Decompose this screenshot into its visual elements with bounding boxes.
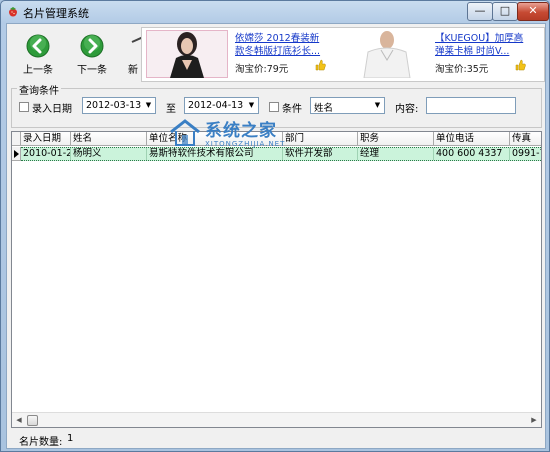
- close-button[interactable]: ✕: [517, 2, 549, 21]
- horizontal-scrollbar[interactable]: ◀ ▶: [12, 412, 541, 427]
- condition-field-select[interactable]: 姓名 ▼: [310, 97, 385, 114]
- prev-record-button[interactable]: 上一条: [12, 34, 64, 76]
- new-record-label: 新: [128, 65, 138, 74]
- cell-fax[interactable]: 0991-7830: [510, 148, 541, 160]
- arrow-left-icon: [26, 34, 50, 58]
- date-filter-checkbox[interactable]: [19, 102, 29, 112]
- cards-data-grid[interactable]: 录入日期 姓名 单位名称 部门 职务 单位电话 传真 2010-01-24 杨明…: [11, 131, 542, 428]
- grid-corner-cell[interactable]: [12, 132, 21, 146]
- title-bar[interactable]: 名片管理系统 — □ ✕: [1, 1, 549, 23]
- next-record-button[interactable]: 下一条: [66, 34, 118, 76]
- next-record-label: 下一条: [77, 65, 107, 76]
- ad-title-link[interactable]: 【KUEGOU】加厚高弹莱卡棉 时尚V...: [435, 32, 525, 58]
- ad-title-link[interactable]: 依嫦莎 2012春装新款冬韩版打底衫长...: [235, 32, 325, 58]
- ad-price: 淘宝价:79元: [235, 64, 289, 75]
- arrow-right-icon: [80, 34, 104, 58]
- cell-position[interactable]: 经理: [358, 148, 434, 160]
- dropdown-arrow-icon[interactable]: ▼: [245, 98, 258, 113]
- dropdown-arrow-icon[interactable]: ▼: [142, 98, 155, 113]
- ad-item[interactable]: 【KUEGOU】加厚高弹莱卡棉 时尚V... 淘宝价:35元: [342, 28, 544, 81]
- maximize-button[interactable]: □: [492, 2, 518, 21]
- site-watermark: 系统之家 XITONGZHIJIA.NET: [169, 116, 319, 160]
- status-bar: 名片数量: 1: [7, 428, 545, 448]
- minimize-button[interactable]: —: [467, 2, 493, 21]
- column-header[interactable]: 录入日期: [21, 132, 71, 146]
- column-header[interactable]: 姓名: [71, 132, 147, 146]
- scroll-thumb[interactable]: [27, 415, 38, 426]
- column-header[interactable]: 传真: [510, 132, 541, 146]
- toolbar: 上一条 下一条 新 依嫦莎 2012春装新款冬韩版打底衫长... 淘宝价:79元…: [7, 24, 545, 82]
- window-title: 名片管理系统: [23, 7, 89, 20]
- watermark-subtext: XITONGZHIJIA.NET: [205, 140, 286, 148]
- condition-field-value: 姓名: [314, 103, 334, 114]
- house-logo-icon: [170, 119, 200, 146]
- ad-shirt-photo: [346, 30, 428, 78]
- new-card-icon: [131, 36, 141, 43]
- condition-filter-checkbox[interactable]: [269, 102, 279, 112]
- cell-entry-date[interactable]: 2010-01-24: [21, 148, 71, 160]
- strawberry-app-icon: [9, 7, 17, 17]
- watermark-text: 系统之家: [205, 121, 277, 141]
- new-record-button[interactable]: 新: [119, 34, 141, 74]
- cell-company-phone[interactable]: 400 600 4337: [434, 148, 510, 160]
- card-count-label: 名片数量:: [19, 437, 63, 448]
- column-header[interactable]: 单位电话: [434, 132, 510, 146]
- dropdown-arrow-icon[interactable]: ▼: [371, 98, 384, 113]
- scroll-right-icon[interactable]: ▶: [527, 413, 541, 427]
- ad-banner: 依嫦莎 2012春装新款冬韩版打底衫长... 淘宝价:79元 【KUEGOU】加…: [141, 27, 545, 82]
- ad-price: 淘宝价:35元: [435, 64, 489, 75]
- scroll-left-icon[interactable]: ◀: [12, 413, 26, 427]
- thumbs-up-icon: [515, 59, 526, 71]
- content-label: 内容:: [395, 104, 419, 115]
- main-client-area: 上一条 下一条 新 依嫦莎 2012春装新款冬韩版打底衫长... 淘宝价:79元…: [6, 23, 546, 449]
- cell-name[interactable]: 杨明义: [71, 148, 147, 160]
- prev-record-label: 上一条: [23, 65, 53, 76]
- date-to-value: 2012-04-13: [188, 100, 244, 111]
- date-filter-label: 录入日期: [32, 104, 72, 115]
- card-count-value: 1: [67, 433, 74, 444]
- current-row-arrow-icon: [14, 150, 19, 158]
- date-to-picker[interactable]: 2012-04-13 ▼: [184, 97, 259, 114]
- query-group-legend: 查询条件: [17, 82, 61, 97]
- thumbs-up-icon: [315, 59, 326, 71]
- date-range-to-label: 至: [166, 104, 176, 115]
- ad-model-photo: [146, 30, 228, 78]
- date-from-picker[interactable]: 2012-03-13 ▼: [82, 97, 156, 114]
- date-from-value: 2012-03-13: [86, 100, 142, 111]
- app-window: 名片管理系统 — □ ✕ 上一条 下一条 新 依嫦莎 2012春装新款冬韩版打底…: [0, 0, 550, 452]
- content-search-input[interactable]: [426, 97, 516, 114]
- column-header[interactable]: 职务: [358, 132, 434, 146]
- condition-filter-label: 条件: [282, 104, 302, 115]
- ad-item[interactable]: 依嫦莎 2012春装新款冬韩版打底衫长... 淘宝价:79元: [142, 28, 342, 81]
